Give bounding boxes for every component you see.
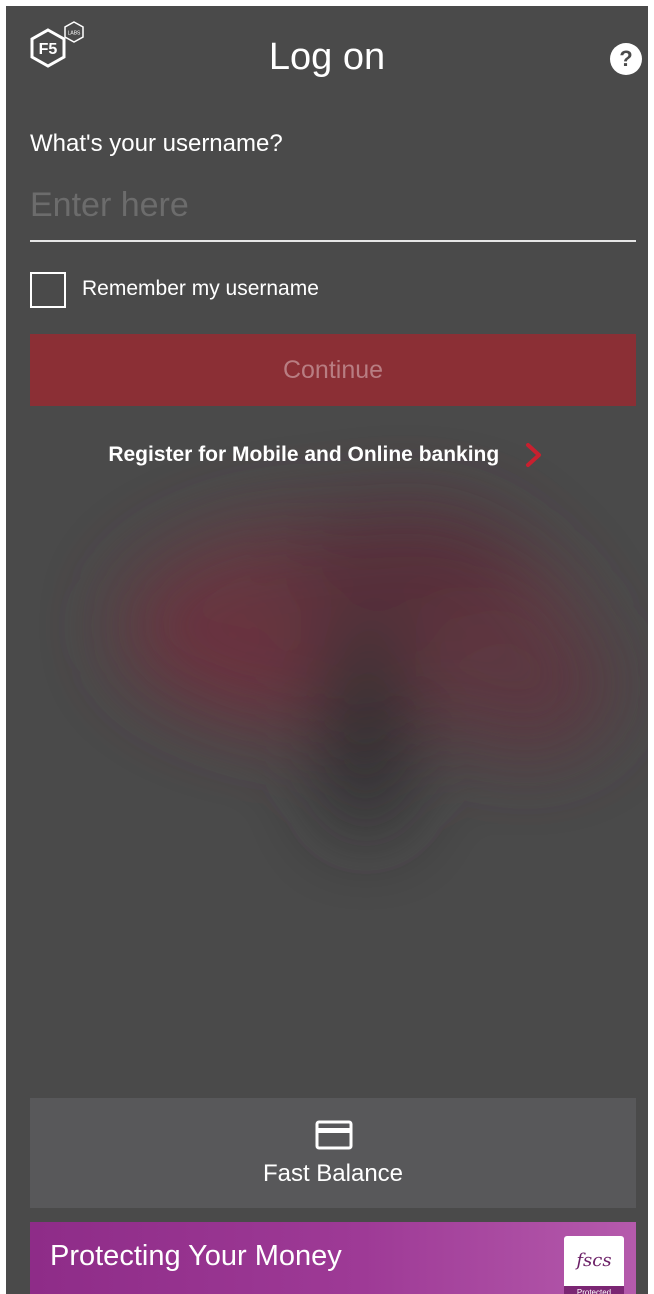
remember-username-label: Remember my username (82, 277, 319, 300)
username-input[interactable] (30, 178, 636, 242)
fscs-protected-label: Protected (564, 1286, 624, 1294)
banner-text: Protecting Your Money (50, 1240, 342, 1272)
register-link-label: Register for Mobile and Online banking (108, 443, 500, 466)
fast-balance-label: Fast Balance (262, 1160, 404, 1187)
chevron-right-icon (525, 443, 541, 467)
fast-balance-button[interactable]: Fast Balance (30, 1098, 636, 1208)
question-mark-icon[interactable]: ? (610, 43, 642, 75)
username-label: What's your username? (30, 130, 283, 157)
header: F5 LABS Log on ? (6, 6, 648, 106)
continue-button[interactable]: Continue (30, 334, 636, 406)
fscs-badge: fscs Protected (564, 1236, 624, 1294)
login-screen: F5 LABS Log on ? What's your username? R… (6, 6, 648, 1294)
register-link[interactable]: Register for Mobile and Online banking (6, 442, 648, 482)
card-icon (315, 1120, 353, 1150)
page-title: Log on (268, 36, 386, 78)
remember-username-checkbox[interactable] (30, 272, 66, 308)
fscs-text: fscs (576, 1250, 612, 1271)
remember-username-row[interactable]: Remember my username (30, 272, 430, 310)
protecting-your-money-banner[interactable]: Protecting Your Money fscs Protected (30, 1222, 636, 1294)
